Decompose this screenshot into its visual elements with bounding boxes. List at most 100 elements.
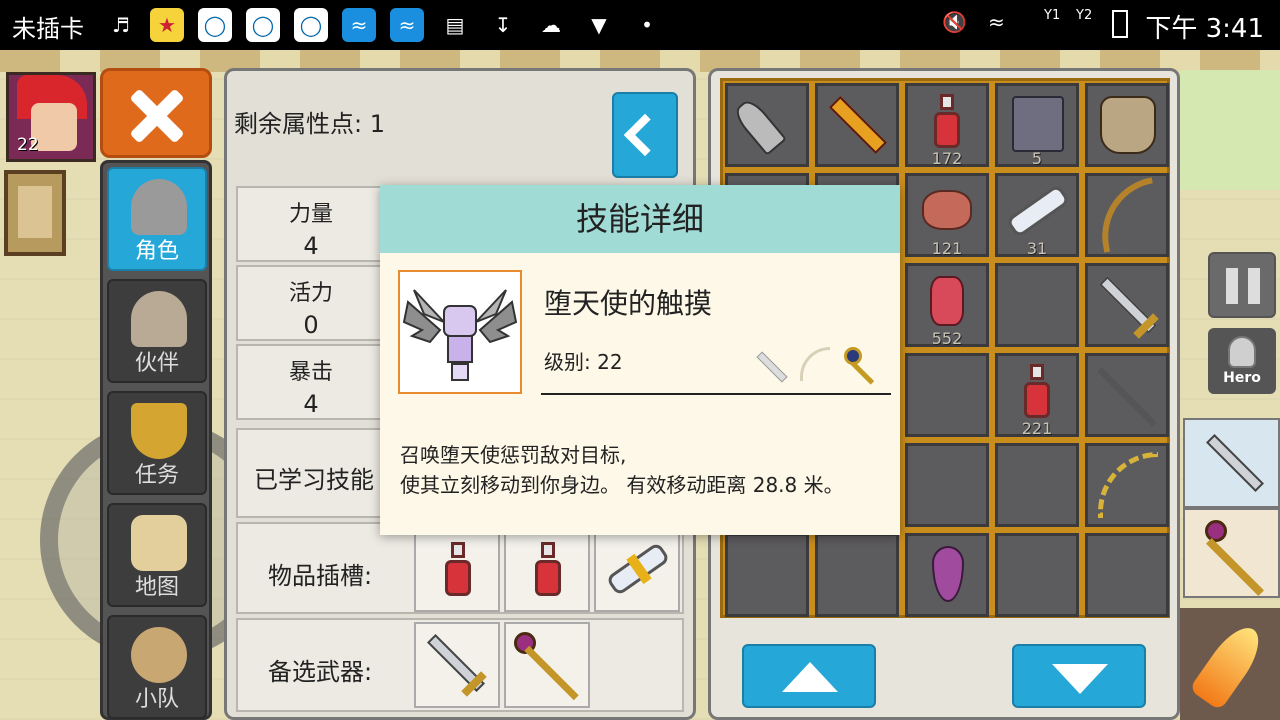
- inventory-slot[interactable]: [995, 263, 1079, 347]
- close-button[interactable]: [100, 68, 212, 158]
- wifi-icon: ≈: [988, 10, 1005, 34]
- qq-icon: ◯: [246, 8, 280, 42]
- stat-vitality[interactable]: 活力 0: [236, 265, 386, 341]
- pause-button[interactable]: [1208, 252, 1276, 318]
- wifi-hotspot-icon: ≈: [342, 8, 376, 42]
- staff-req-shaft: [850, 361, 875, 385]
- skill-description: 召唤堕天使惩罚敌对目标, 使其立刻移动到你身边。 有效移动距离 28.8 米。: [400, 440, 890, 500]
- inventory-slot[interactable]: [815, 533, 899, 617]
- staff-shaft: [1206, 538, 1264, 596]
- stat-name: 力量: [288, 202, 333, 227]
- item-count: 5: [1031, 149, 1043, 168]
- skill-level: 级别: 22: [544, 350, 623, 374]
- item-slot-2[interactable]: [504, 526, 590, 612]
- inventory-slot[interactable]: [725, 533, 809, 617]
- golden-bow-icon: [1098, 452, 1158, 518]
- stat-name: 暴击: [288, 360, 333, 385]
- inventory-slot[interactable]: [1085, 533, 1169, 617]
- menu-item-label: 伙伴: [134, 351, 179, 376]
- scroll-icon: [1005, 183, 1071, 239]
- arrow-down-icon: [1052, 664, 1108, 694]
- menu-item-character[interactable]: 角色: [107, 167, 207, 271]
- inventory-slot[interactable]: 221: [995, 353, 1079, 438]
- quick-weapon-sword[interactable]: [1183, 418, 1280, 508]
- skill-icon-frame: [398, 270, 522, 394]
- qq-icon: ◯: [198, 8, 232, 42]
- potion-body: [1024, 382, 1050, 418]
- ruby-gem-icon: [930, 276, 964, 326]
- inventory-slot[interactable]: [725, 83, 809, 167]
- item-slots-row: 物品插槽:: [236, 522, 684, 614]
- hero-label: Hero: [1223, 370, 1261, 386]
- hotspot-icon: •: [641, 13, 653, 37]
- inventory-slot[interactable]: [1085, 263, 1169, 347]
- alt-weapon-slot-1[interactable]: [414, 622, 500, 708]
- inventory-slot[interactable]: [905, 533, 989, 617]
- arrow-up-icon: [782, 662, 838, 692]
- trophy-icon: [131, 403, 187, 459]
- scroll-up-button[interactable]: [742, 644, 876, 708]
- download-icon: ↧: [494, 13, 512, 37]
- inventory-slot[interactable]: [995, 443, 1079, 527]
- inventory-slot[interactable]: [815, 83, 899, 167]
- wifi-hotspot-icon: ≈: [390, 8, 424, 42]
- menu-item-label: 地图: [134, 575, 179, 600]
- flame-sword-icon: [829, 96, 887, 154]
- potion-icon: [541, 542, 555, 558]
- stat-critical[interactable]: 暴击 4: [236, 344, 386, 420]
- inventory-slot[interactable]: [1085, 173, 1169, 257]
- inventory-slot[interactable]: [1085, 83, 1169, 167]
- potion-body: [445, 560, 471, 596]
- grass-patch: [1180, 70, 1280, 190]
- stat-value: 4: [303, 390, 319, 418]
- inventory-slot[interactable]: [1085, 443, 1169, 527]
- fire-skill-button[interactable]: [1180, 608, 1280, 720]
- inventory-slot[interactable]: 121: [905, 173, 989, 258]
- staff-shaft: [524, 645, 579, 701]
- player-level: 22: [17, 135, 39, 155]
- side-menu: 角色 伙伴 任务 地图 小队: [100, 160, 212, 720]
- scroll-down-button[interactable]: [1012, 644, 1146, 708]
- alt-weapons-row: 备选武器:: [236, 618, 684, 712]
- inventory-slot[interactable]: 172: [905, 83, 989, 168]
- inventory-slot[interactable]: 552: [905, 263, 989, 348]
- horned-helmet-icon: [131, 291, 187, 347]
- back-button[interactable]: [612, 92, 678, 178]
- star-app-icon: ★: [150, 8, 184, 42]
- menu-item-label: 小队: [134, 687, 179, 712]
- sword-req-icon: [756, 351, 788, 383]
- learned-skills-label: 已学习技能: [254, 466, 374, 494]
- inventory-slot[interactable]: [1085, 353, 1169, 437]
- map-icon: [131, 515, 187, 571]
- knight-helmet-icon: [1228, 336, 1256, 368]
- hero-button[interactable]: Hero: [1208, 328, 1276, 394]
- menu-item-companion[interactable]: 伙伴: [107, 279, 207, 383]
- player-avatar[interactable]: 22: [6, 72, 96, 162]
- meat-icon: [922, 190, 972, 230]
- menu-item-quests[interactable]: 任务: [107, 391, 207, 495]
- inventory-slot[interactable]: [995, 533, 1079, 617]
- item-slots-label: 物品插槽:: [268, 562, 373, 590]
- stat-strength[interactable]: 力量 4: [236, 186, 386, 262]
- quick-weapon-staff[interactable]: [1183, 508, 1280, 598]
- menu-item-party[interactable]: 小队: [107, 615, 207, 719]
- item-slot-1[interactable]: [414, 526, 500, 612]
- helmet-icon: [131, 179, 187, 235]
- skill-divider: [541, 393, 891, 395]
- headset-icon: ♬: [112, 13, 130, 37]
- item-slot-3[interactable]: [594, 526, 680, 612]
- inventory-slot[interactable]: [905, 443, 989, 527]
- dialog-title: 技能详细: [380, 185, 900, 253]
- inventory-slot[interactable]: 31: [995, 173, 1079, 258]
- quest-board-icon[interactable]: [4, 170, 66, 256]
- remaining-attribute-points: 剩余属性点: 1: [234, 110, 385, 138]
- skill-description-line-2: 使其立刻移动到你身边。 有效移动距离 28.8 米。: [400, 473, 844, 497]
- item-count: 552: [931, 329, 963, 348]
- inventory-slot[interactable]: 5: [995, 83, 1079, 168]
- shield-icon: ▼: [591, 13, 607, 37]
- alt-weapon-slot-2[interactable]: [504, 622, 590, 708]
- inventory-slot[interactable]: [905, 353, 989, 437]
- amethyst-gem-icon: [932, 546, 964, 602]
- item-count: 172: [931, 149, 963, 168]
- menu-item-map[interactable]: 地图: [107, 503, 207, 607]
